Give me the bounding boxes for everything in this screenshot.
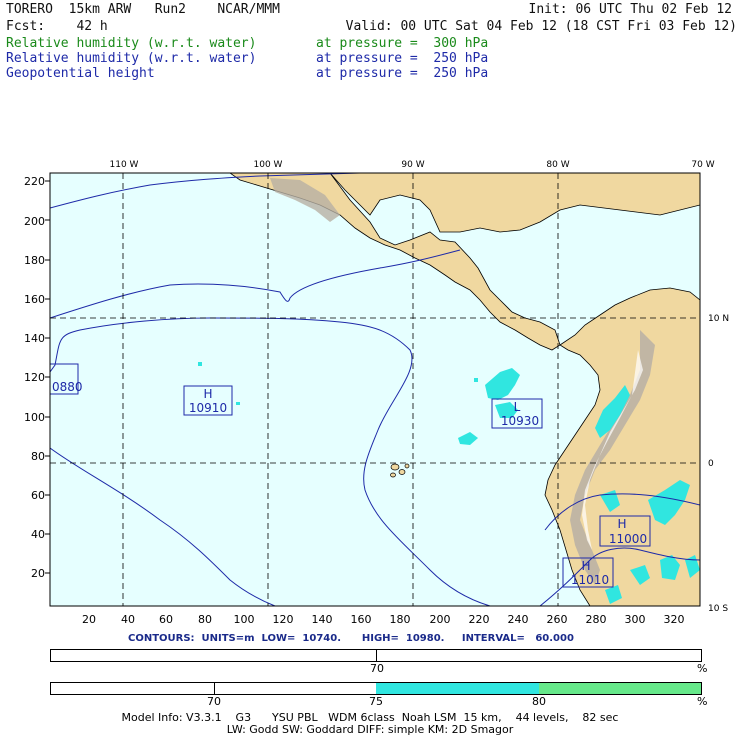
lon-label: 70 W xyxy=(691,160,714,170)
y-tick: 220 xyxy=(24,175,45,188)
legend2-label: 80 xyxy=(532,695,546,708)
center-3-value: 11000 xyxy=(609,532,647,546)
x-tick: 40 xyxy=(121,613,135,626)
x-tick-labels: 20 40 60 80 100 120 140 160 180 200 220 … xyxy=(82,613,685,626)
y-tick: 200 xyxy=(24,215,45,228)
x-tick: 260 xyxy=(547,613,568,626)
legend-cyan-band xyxy=(376,683,539,694)
legend1-label: 70 xyxy=(370,662,384,675)
x-tick: 200 xyxy=(430,613,451,626)
y-tick: 60 xyxy=(31,489,45,502)
x-tick: 140 xyxy=(312,613,333,626)
x-tick: 60 xyxy=(159,613,173,626)
legend-green-band xyxy=(539,683,701,694)
y-tick: 80 xyxy=(31,450,45,463)
lon-label: 110 W xyxy=(110,160,139,170)
lat-label: 0 xyxy=(708,459,714,469)
legend-bar-250hpa xyxy=(50,682,702,695)
longitude-labels: 110 W 100 W 90 W 80 W 70 W xyxy=(110,160,715,170)
x-tick: 20 xyxy=(82,613,96,626)
center-5-value: 0880 xyxy=(52,380,83,394)
weather-map: H 10910 L 10930 H 11000 H 11010 0880 110… xyxy=(24,160,729,626)
x-tick: 240 xyxy=(508,613,529,626)
center-3-type: H xyxy=(617,517,626,531)
legend1-unit: % xyxy=(697,662,708,675)
x-tick: 220 xyxy=(469,613,490,626)
x-tick: 80 xyxy=(198,613,212,626)
x-tick: 180 xyxy=(390,613,411,626)
center-2-type: L xyxy=(514,400,521,414)
model-info-line2: LW: Godd SW: Goddard DIFF: simple KM: 2D… xyxy=(226,723,514,736)
y-tick: 180 xyxy=(24,254,45,267)
contour-info: CONTOURS: UNITS=m LOW= 10740. HIGH= 1098… xyxy=(128,633,574,644)
center-2-value: 10930 xyxy=(501,414,539,428)
latitude-labels: 10 N 0 10 S xyxy=(708,314,729,614)
center-1-value: 10910 xyxy=(189,401,227,415)
x-tick: 120 xyxy=(273,613,294,626)
y-tick: 20 xyxy=(31,567,45,580)
x-tick: 100 xyxy=(234,613,255,626)
y-tick: 160 xyxy=(24,293,45,306)
center-1-type: H xyxy=(203,387,212,401)
legend2-unit: % xyxy=(697,695,708,708)
lon-label: 100 W xyxy=(254,160,283,170)
lat-label: 10 S xyxy=(708,604,728,614)
center-4-value: 11010 xyxy=(571,573,609,587)
x-tick: 280 xyxy=(586,613,607,626)
center-4-type: H xyxy=(581,559,590,573)
legend2-label: 75 xyxy=(369,695,383,708)
legend2-label: 70 xyxy=(207,695,221,708)
lon-label: 80 W xyxy=(546,160,569,170)
x-tick: 160 xyxy=(351,613,372,626)
y-tick: 120 xyxy=(24,371,45,384)
x-tick: 320 xyxy=(664,613,685,626)
lat-label: 10 N xyxy=(708,314,729,324)
y-tick-labels: 220 200 180 160 140 120 100 80 60 40 20 xyxy=(24,175,45,580)
y-tick: 100 xyxy=(24,411,45,424)
y-tick: 140 xyxy=(24,332,45,345)
x-tick: 300 xyxy=(625,613,646,626)
legend-bar-300hpa xyxy=(50,649,702,662)
y-tick: 40 xyxy=(31,528,45,541)
lon-label: 90 W xyxy=(401,160,424,170)
